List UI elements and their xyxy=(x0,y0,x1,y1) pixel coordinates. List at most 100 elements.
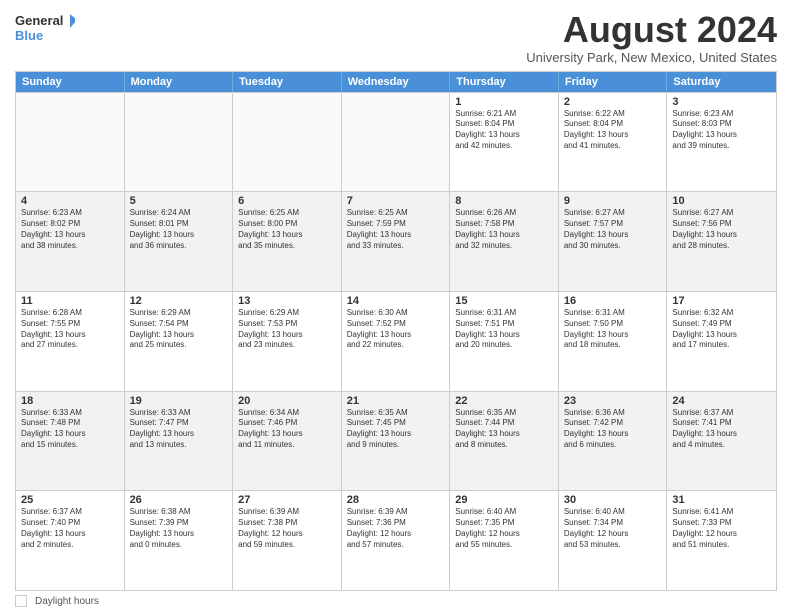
calendar-cell: 23Sunrise: 6:36 AM Sunset: 7:42 PM Dayli… xyxy=(559,392,668,491)
day-number: 24 xyxy=(672,395,771,407)
day-info: Sunrise: 6:36 AM Sunset: 7:42 PM Dayligh… xyxy=(564,408,662,451)
calendar-cell: 1Sunrise: 6:21 AM Sunset: 8:04 PM Daylig… xyxy=(450,93,559,192)
calendar-cell: 26Sunrise: 6:38 AM Sunset: 7:39 PM Dayli… xyxy=(125,491,234,590)
day-info: Sunrise: 6:37 AM Sunset: 7:41 PM Dayligh… xyxy=(672,408,771,451)
day-number: 13 xyxy=(238,295,336,307)
day-number: 12 xyxy=(130,295,228,307)
calendar-cell: 4Sunrise: 6:23 AM Sunset: 8:02 PM Daylig… xyxy=(16,192,125,291)
day-info: Sunrise: 6:29 AM Sunset: 7:53 PM Dayligh… xyxy=(238,308,336,351)
day-info: Sunrise: 6:23 AM Sunset: 8:03 PM Dayligh… xyxy=(672,109,771,152)
calendar-cell: 19Sunrise: 6:33 AM Sunset: 7:47 PM Dayli… xyxy=(125,392,234,491)
day-number: 20 xyxy=(238,395,336,407)
day-info: Sunrise: 6:24 AM Sunset: 8:01 PM Dayligh… xyxy=(130,208,228,251)
day-info: Sunrise: 6:33 AM Sunset: 7:48 PM Dayligh… xyxy=(21,408,119,451)
page: General Blue August 2024 University Park… xyxy=(0,0,792,612)
calendar-cell: 2Sunrise: 6:22 AM Sunset: 8:04 PM Daylig… xyxy=(559,93,668,192)
calendar-cell: 20Sunrise: 6:34 AM Sunset: 7:46 PM Dayli… xyxy=(233,392,342,491)
day-number: 2 xyxy=(564,96,662,108)
day-info: Sunrise: 6:41 AM Sunset: 7:33 PM Dayligh… xyxy=(672,507,771,550)
calendar-cell: 25Sunrise: 6:37 AM Sunset: 7:40 PM Dayli… xyxy=(16,491,125,590)
day-number: 31 xyxy=(672,494,771,506)
weekday-header: Wednesday xyxy=(342,72,451,92)
day-number: 7 xyxy=(347,195,445,207)
calendar-row: 25Sunrise: 6:37 AM Sunset: 7:40 PM Dayli… xyxy=(16,490,776,590)
day-info: Sunrise: 6:37 AM Sunset: 7:40 PM Dayligh… xyxy=(21,507,119,550)
calendar-header: SundayMondayTuesdayWednesdayThursdayFrid… xyxy=(16,72,776,92)
weekday-header: Friday xyxy=(559,72,668,92)
day-info: Sunrise: 6:21 AM Sunset: 8:04 PM Dayligh… xyxy=(455,109,553,152)
day-number: 1 xyxy=(455,96,553,108)
calendar-cell: 14Sunrise: 6:30 AM Sunset: 7:52 PM Dayli… xyxy=(342,292,451,391)
day-number: 18 xyxy=(21,395,119,407)
day-number: 17 xyxy=(672,295,771,307)
calendar-cell: 3Sunrise: 6:23 AM Sunset: 8:03 PM Daylig… xyxy=(667,93,776,192)
day-number: 8 xyxy=(455,195,553,207)
day-info: Sunrise: 6:34 AM Sunset: 7:46 PM Dayligh… xyxy=(238,408,336,451)
subtitle: University Park, New Mexico, United Stat… xyxy=(526,50,777,65)
calendar-row: 18Sunrise: 6:33 AM Sunset: 7:48 PM Dayli… xyxy=(16,391,776,491)
calendar-cell xyxy=(233,93,342,192)
main-title: August 2024 xyxy=(526,10,777,50)
calendar-row: 4Sunrise: 6:23 AM Sunset: 8:02 PM Daylig… xyxy=(16,191,776,291)
svg-text:Blue: Blue xyxy=(15,28,43,43)
calendar-cell xyxy=(125,93,234,192)
day-info: Sunrise: 6:26 AM Sunset: 7:58 PM Dayligh… xyxy=(455,208,553,251)
daylight-box xyxy=(15,595,27,607)
day-number: 30 xyxy=(564,494,662,506)
logo: General Blue xyxy=(15,10,75,46)
day-number: 5 xyxy=(130,195,228,207)
day-info: Sunrise: 6:28 AM Sunset: 7:55 PM Dayligh… xyxy=(21,308,119,351)
day-number: 23 xyxy=(564,395,662,407)
calendar-cell: 31Sunrise: 6:41 AM Sunset: 7:33 PM Dayli… xyxy=(667,491,776,590)
day-number: 27 xyxy=(238,494,336,506)
calendar-cell xyxy=(342,93,451,192)
day-number: 22 xyxy=(455,395,553,407)
day-number: 25 xyxy=(21,494,119,506)
calendar-cell: 9Sunrise: 6:27 AM Sunset: 7:57 PM Daylig… xyxy=(559,192,668,291)
day-number: 14 xyxy=(347,295,445,307)
calendar-body: 1Sunrise: 6:21 AM Sunset: 8:04 PM Daylig… xyxy=(16,92,776,590)
calendar-row: 11Sunrise: 6:28 AM Sunset: 7:55 PM Dayli… xyxy=(16,291,776,391)
day-info: Sunrise: 6:30 AM Sunset: 7:52 PM Dayligh… xyxy=(347,308,445,351)
calendar: SundayMondayTuesdayWednesdayThursdayFrid… xyxy=(15,71,777,591)
calendar-cell: 17Sunrise: 6:32 AM Sunset: 7:49 PM Dayli… xyxy=(667,292,776,391)
day-info: Sunrise: 6:23 AM Sunset: 8:02 PM Dayligh… xyxy=(21,208,119,251)
day-number: 28 xyxy=(347,494,445,506)
day-info: Sunrise: 6:40 AM Sunset: 7:35 PM Dayligh… xyxy=(455,507,553,550)
day-info: Sunrise: 6:39 AM Sunset: 7:36 PM Dayligh… xyxy=(347,507,445,550)
daylight-label: Daylight hours xyxy=(35,596,99,607)
calendar-cell: 6Sunrise: 6:25 AM Sunset: 8:00 PM Daylig… xyxy=(233,192,342,291)
day-number: 21 xyxy=(347,395,445,407)
logo-svg: General Blue xyxy=(15,10,75,46)
day-number: 3 xyxy=(672,96,771,108)
footer: Daylight hours xyxy=(15,595,777,607)
weekday-header: Tuesday xyxy=(233,72,342,92)
day-info: Sunrise: 6:39 AM Sunset: 7:38 PM Dayligh… xyxy=(238,507,336,550)
calendar-cell: 10Sunrise: 6:27 AM Sunset: 7:56 PM Dayli… xyxy=(667,192,776,291)
day-info: Sunrise: 6:27 AM Sunset: 7:57 PM Dayligh… xyxy=(564,208,662,251)
calendar-cell: 21Sunrise: 6:35 AM Sunset: 7:45 PM Dayli… xyxy=(342,392,451,491)
day-info: Sunrise: 6:27 AM Sunset: 7:56 PM Dayligh… xyxy=(672,208,771,251)
title-area: August 2024 University Park, New Mexico,… xyxy=(526,10,777,65)
weekday-header: Thursday xyxy=(450,72,559,92)
day-number: 26 xyxy=(130,494,228,506)
day-info: Sunrise: 6:31 AM Sunset: 7:50 PM Dayligh… xyxy=(564,308,662,351)
weekday-header: Monday xyxy=(125,72,234,92)
day-number: 29 xyxy=(455,494,553,506)
day-info: Sunrise: 6:32 AM Sunset: 7:49 PM Dayligh… xyxy=(672,308,771,351)
day-info: Sunrise: 6:35 AM Sunset: 7:45 PM Dayligh… xyxy=(347,408,445,451)
day-info: Sunrise: 6:31 AM Sunset: 7:51 PM Dayligh… xyxy=(455,308,553,351)
calendar-cell: 24Sunrise: 6:37 AM Sunset: 7:41 PM Dayli… xyxy=(667,392,776,491)
day-info: Sunrise: 6:22 AM Sunset: 8:04 PM Dayligh… xyxy=(564,109,662,152)
day-number: 4 xyxy=(21,195,119,207)
calendar-cell xyxy=(16,93,125,192)
calendar-cell: 12Sunrise: 6:29 AM Sunset: 7:54 PM Dayli… xyxy=(125,292,234,391)
svg-text:General: General xyxy=(15,13,63,28)
day-number: 19 xyxy=(130,395,228,407)
day-number: 9 xyxy=(564,195,662,207)
day-info: Sunrise: 6:35 AM Sunset: 7:44 PM Dayligh… xyxy=(455,408,553,451)
calendar-cell: 11Sunrise: 6:28 AM Sunset: 7:55 PM Dayli… xyxy=(16,292,125,391)
calendar-cell: 22Sunrise: 6:35 AM Sunset: 7:44 PM Dayli… xyxy=(450,392,559,491)
calendar-cell: 18Sunrise: 6:33 AM Sunset: 7:48 PM Dayli… xyxy=(16,392,125,491)
day-info: Sunrise: 6:29 AM Sunset: 7:54 PM Dayligh… xyxy=(130,308,228,351)
